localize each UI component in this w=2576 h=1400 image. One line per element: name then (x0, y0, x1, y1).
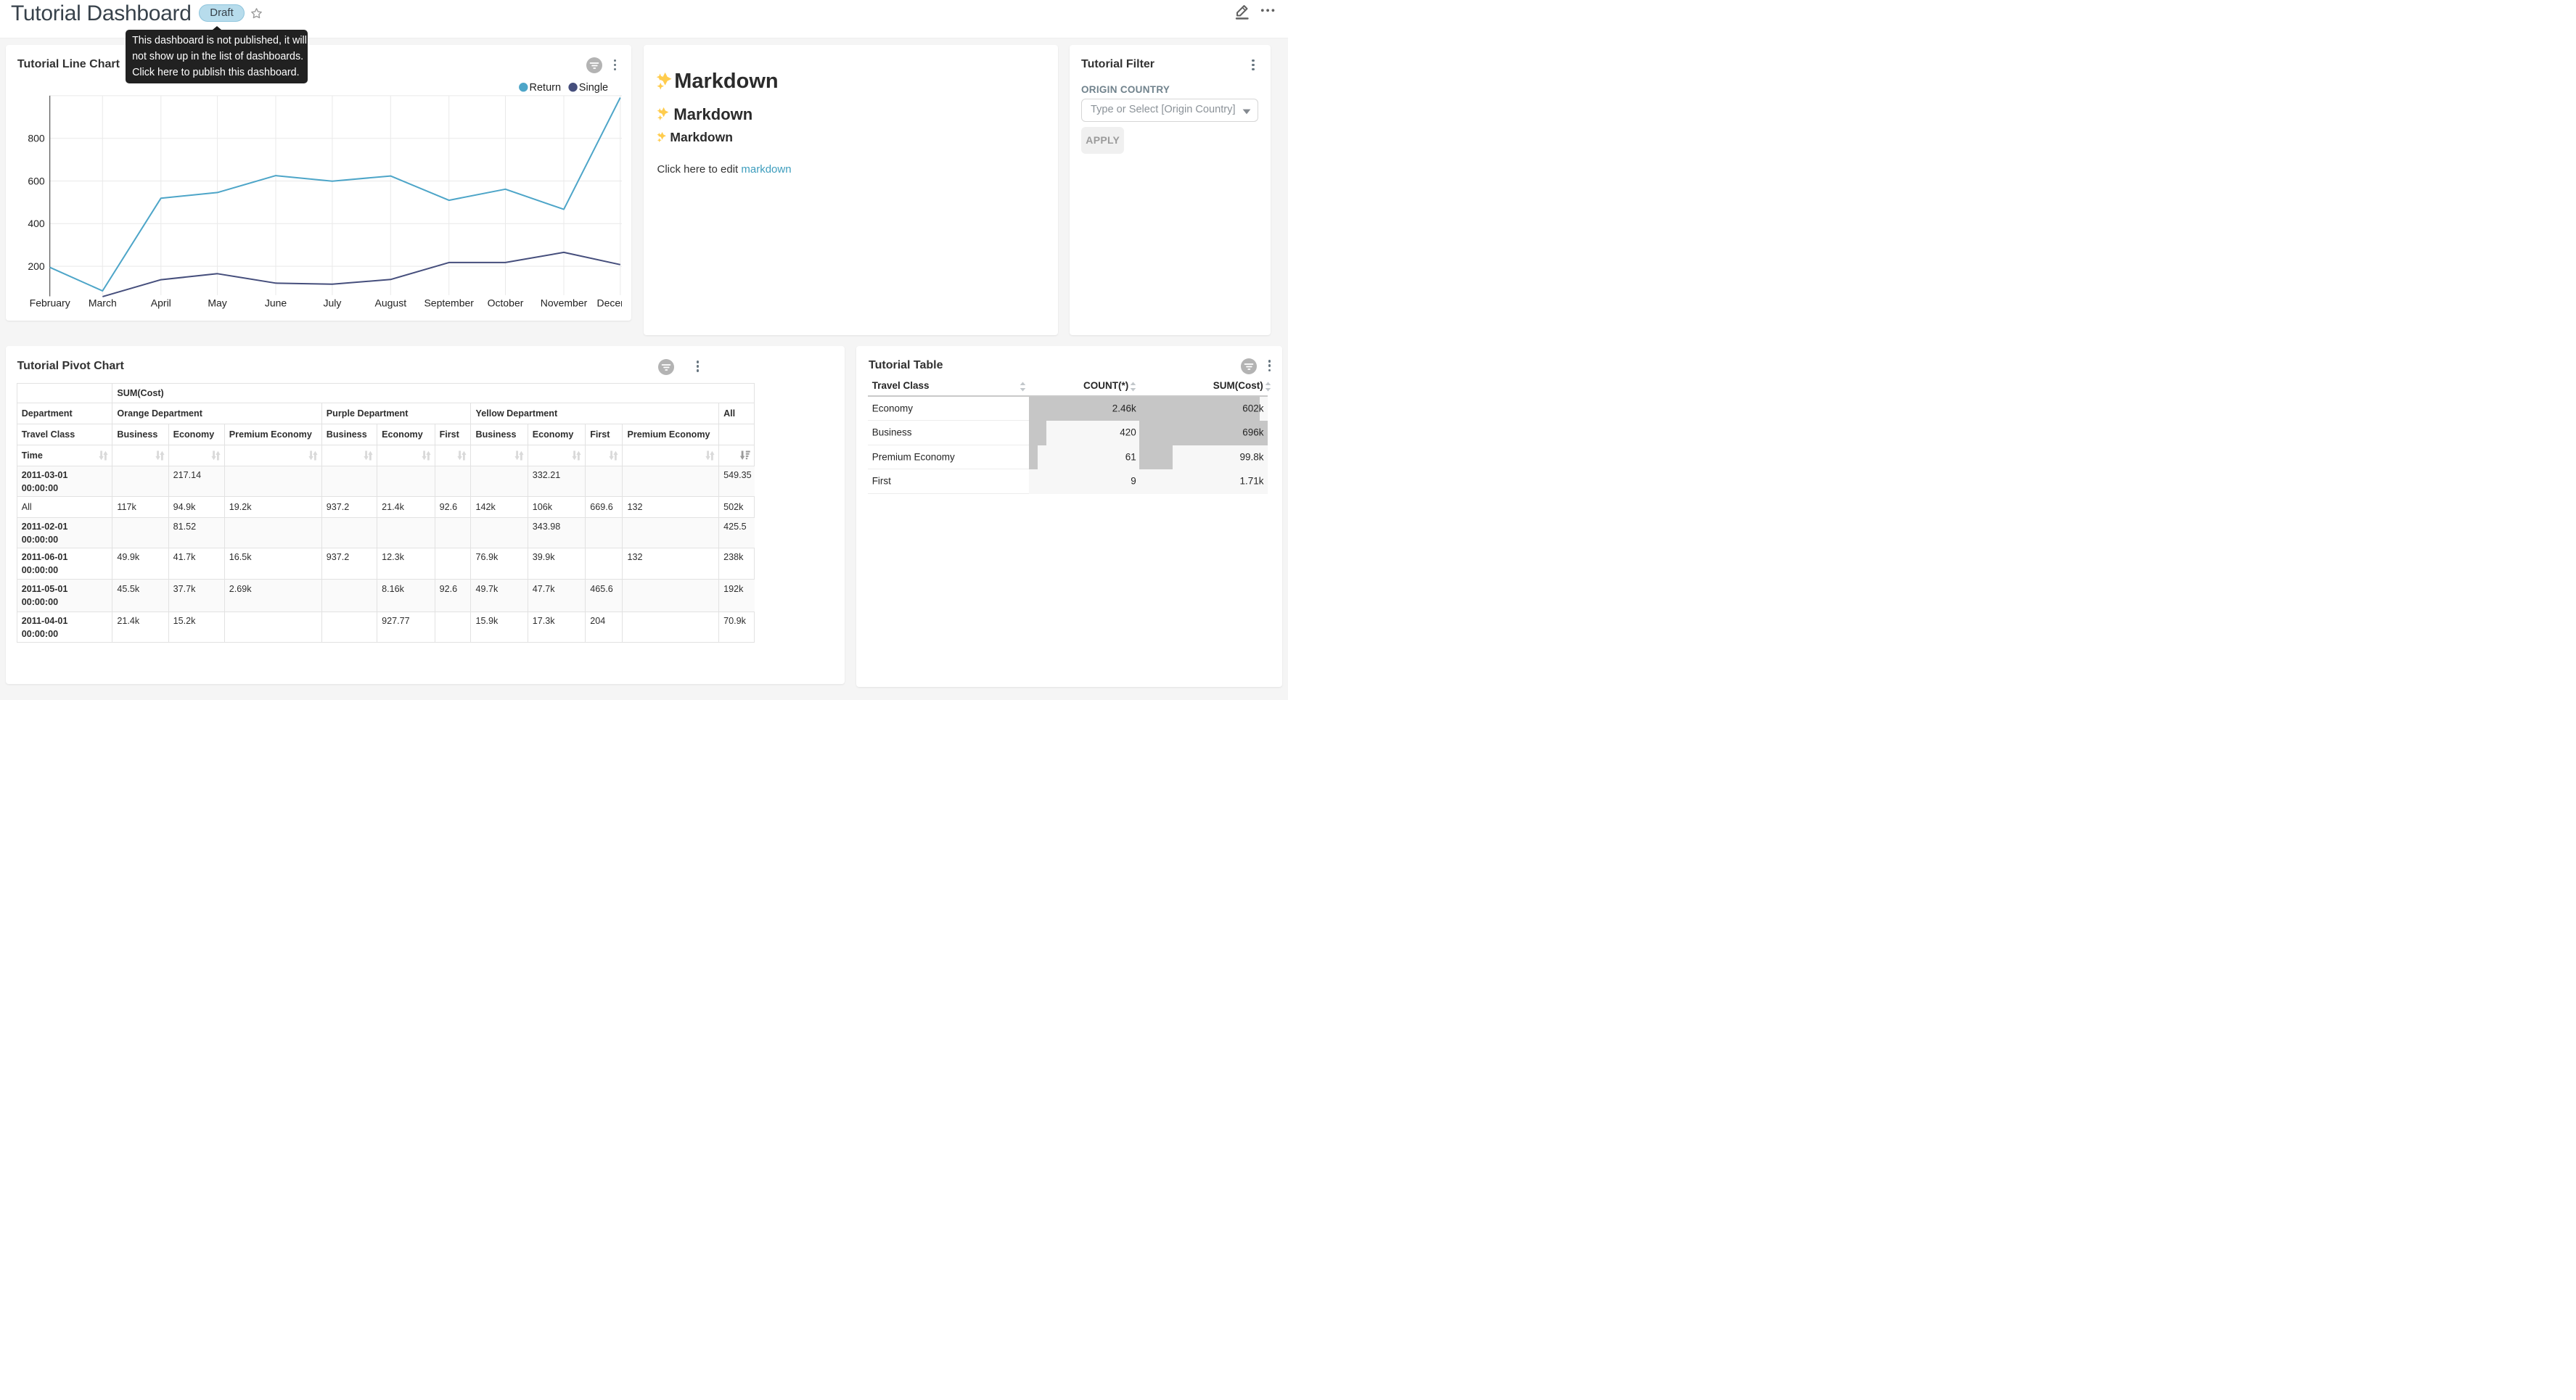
svg-text:400: 400 (28, 218, 45, 229)
svg-text:200: 200 (28, 260, 45, 272)
svg-text:July: July (323, 297, 341, 309)
svg-text:March: March (89, 297, 117, 309)
svg-text:800: 800 (28, 133, 45, 144)
svg-text:Return: Return (530, 82, 562, 94)
svg-text:May: May (208, 297, 226, 309)
svg-text:Single: Single (579, 82, 608, 94)
svg-text:February: February (30, 297, 70, 309)
svg-text:October: October (488, 297, 524, 309)
svg-text:June: June (265, 297, 287, 309)
svg-text:August: August (375, 297, 407, 309)
svg-text:December: December (597, 297, 622, 309)
svg-text:April: April (151, 297, 171, 309)
svg-text:September: September (424, 297, 474, 309)
svg-text:600: 600 (28, 175, 45, 186)
svg-text:November: November (541, 297, 588, 309)
